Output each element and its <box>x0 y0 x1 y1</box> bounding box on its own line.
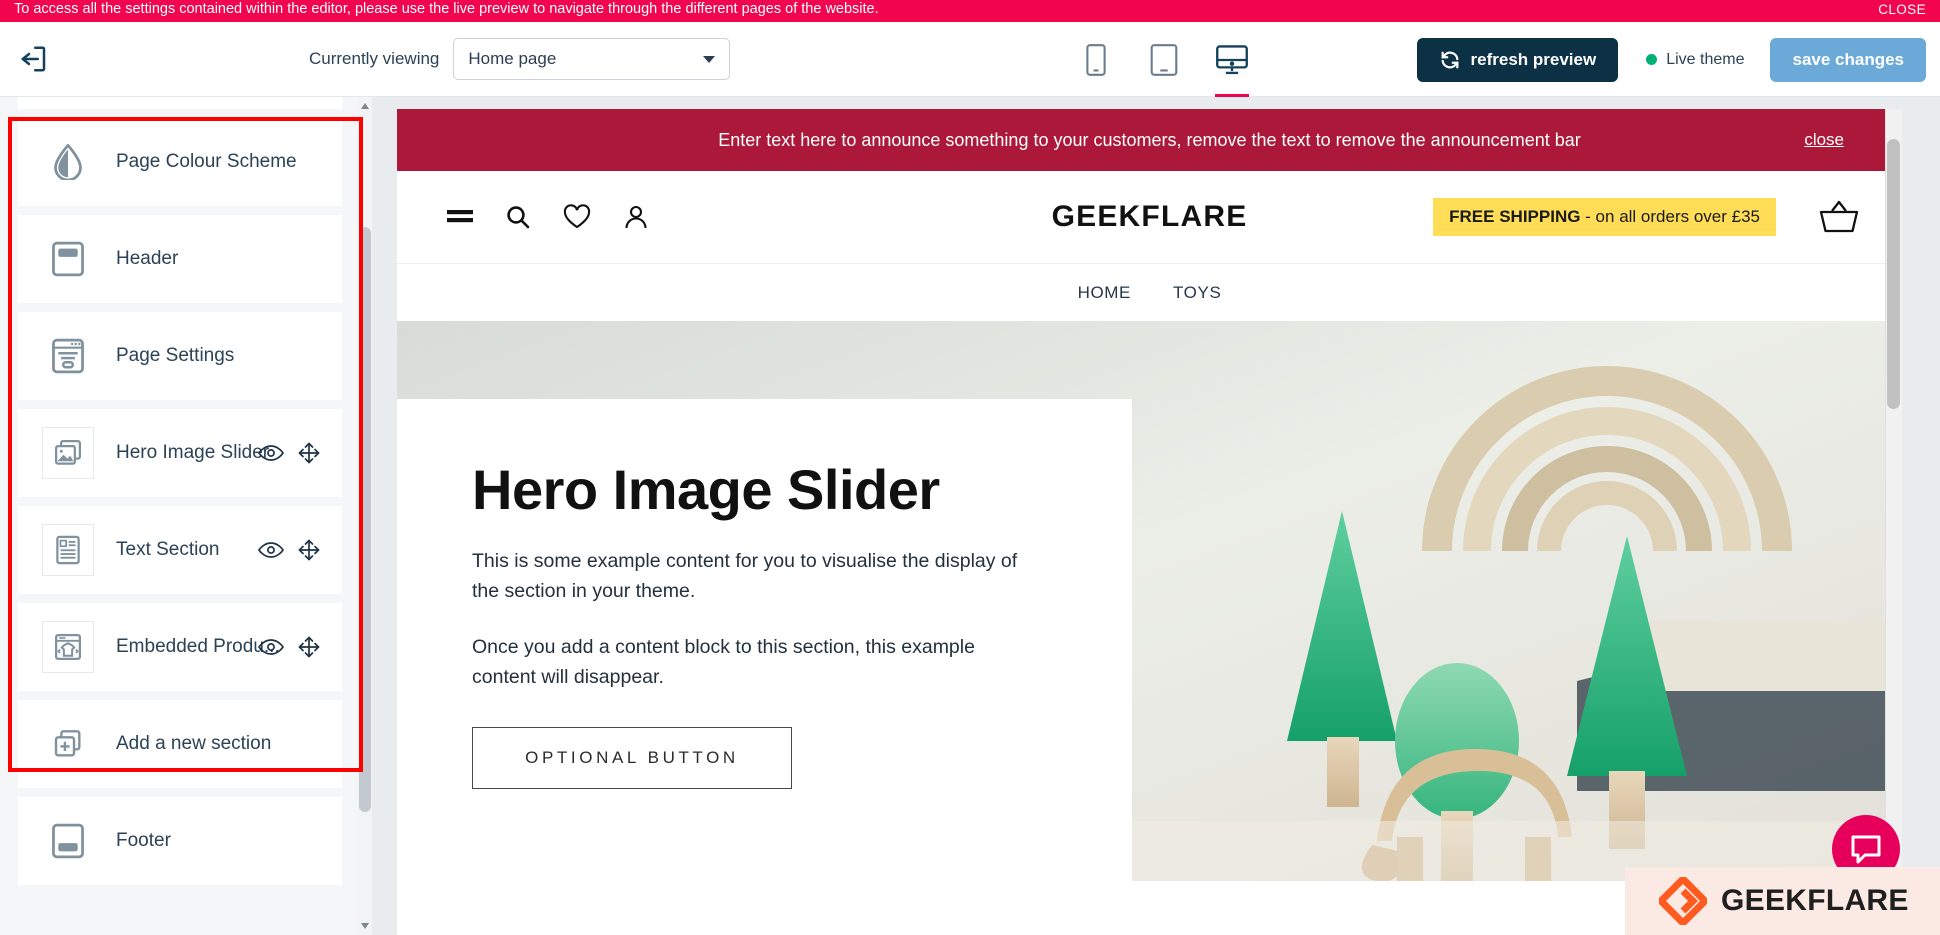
eye-icon[interactable] <box>258 541 284 559</box>
save-changes-button[interactable]: save changes <box>1770 37 1926 82</box>
move-arrows-icon[interactable] <box>298 442 320 464</box>
eye-icon[interactable] <box>258 444 284 462</box>
sidebar-item-label: Add a new section <box>116 733 272 754</box>
hero-optional-button[interactable]: OPTIONAL BUTTON <box>472 726 792 789</box>
editor-toolbar: Currently viewing Home page refresh prev… <box>0 22 1940 97</box>
geekflare-watermark-text: GEEKFLARE <box>1721 884 1909 917</box>
live-theme-status: Live theme <box>1646 51 1744 69</box>
sidebar-item-header[interactable]: Header <box>18 215 342 303</box>
device-preview-switcher <box>1075 22 1253 97</box>
image-slider-icon <box>42 427 94 479</box>
desktop-icon <box>1216 44 1248 74</box>
move-arrows-icon[interactable] <box>298 539 320 561</box>
sidebar-item-hero-image-slider[interactable]: Hero Image Slider <box>18 409 342 497</box>
sidebar-item-label: Page Colour Scheme <box>116 151 297 172</box>
sidebar-item-actions <box>258 442 320 464</box>
sidebar-item-footer[interactable]: Footer <box>18 797 342 885</box>
free-shipping-rest: - on all orders over £35 <box>1580 207 1760 226</box>
preview-scrollbar-thumb[interactable] <box>1887 139 1900 409</box>
sidebar-item-label: Page Settings <box>116 345 235 366</box>
chat-bubble-icon <box>1851 835 1881 864</box>
preview-scrollbar[interactable] <box>1885 109 1902 935</box>
status-dot-icon <box>1646 54 1658 65</box>
editor-notice-bar: To access all the settings contained wit… <box>0 0 1940 22</box>
exit-editor-button[interactable] <box>14 39 54 79</box>
announcement-text: Enter text here to announce something to… <box>718 129 1581 150</box>
sidebar-item-label: Header <box>116 248 179 269</box>
page-select-value: Home page <box>468 49 557 68</box>
refresh-icon <box>1441 51 1458 68</box>
embedded-product-icon <box>42 621 94 673</box>
page-settings-icon <box>42 330 94 382</box>
search-icon[interactable] <box>505 204 531 230</box>
store-nav: HOME TOYS <box>397 263 1902 321</box>
free-shipping-badge: FREE SHIPPING - on all orders over £35 <box>1433 198 1776 236</box>
sidebar-scrollbar[interactable] <box>358 97 372 935</box>
eye-icon[interactable] <box>258 638 284 656</box>
live-preview-pane: Enter text here to announce something to… <box>372 97 1940 935</box>
sidebar-item-add-new-section[interactable]: Add a new section <box>18 700 342 788</box>
wishlist-heart-icon[interactable] <box>563 204 591 230</box>
announcement-bar[interactable]: Enter text here to announce something to… <box>397 109 1902 171</box>
currently-viewing-label: Currently viewing <box>309 49 440 68</box>
hero-paragraph-2: Once you add a content block to this sec… <box>472 636 975 689</box>
nav-link-toys[interactable]: TOYS <box>1173 283 1221 303</box>
footer-block-icon <box>42 815 94 867</box>
menu-icon[interactable] <box>447 207 473 227</box>
refresh-preview-label: refresh preview <box>1470 49 1597 69</box>
hero-image-slider-section: Hero Image Slider This is some example c… <box>397 321 1902 881</box>
exit-arrow-icon <box>21 46 46 72</box>
preview-canvas: Enter text here to announce something to… <box>397 109 1902 935</box>
hero-title: Hero Image Slider <box>472 458 940 521</box>
sidebar-partial-row-top <box>18 97 342 109</box>
sidebar-item-label: Text Section <box>116 539 220 560</box>
sidebar-item-embedded-product[interactable]: Embedded Produ... <box>18 603 342 691</box>
sidebar-item-label: Embedded Produ... <box>116 636 280 657</box>
droplet-icon <box>42 136 94 188</box>
free-shipping-strong: FREE SHIPPING <box>1449 207 1581 226</box>
refresh-preview-button[interactable]: refresh preview <box>1416 37 1619 82</box>
device-desktop-button[interactable] <box>1211 31 1253 97</box>
mobile-icon <box>1086 43 1106 76</box>
store-header-icons <box>447 204 649 230</box>
header-block-icon <box>42 233 94 285</box>
live-theme-label: Live theme <box>1666 50 1745 68</box>
store-header: GEEKFLARE FREE SHIPPING - on all orders … <box>397 171 1902 263</box>
geekflare-watermark: GEEKFLARE <box>1625 867 1940 935</box>
hero-paragraph-1: This is some example content for you to … <box>472 549 1018 603</box>
sidebar-item-label: Footer <box>116 830 171 851</box>
tablet-icon <box>1150 43 1178 76</box>
move-arrows-icon[interactable] <box>298 636 320 658</box>
device-tablet-button[interactable] <box>1143 31 1185 89</box>
editor-notice-text: To access all the settings contained wit… <box>14 1 879 18</box>
save-changes-label: save changes <box>1792 49 1904 69</box>
page-select-dropdown[interactable]: Home page <box>453 38 731 80</box>
sidebar-item-actions <box>258 539 320 561</box>
nav-link-home[interactable]: HOME <box>1078 283 1131 303</box>
sections-sidebar: Page Colour Scheme Header Page Settings … <box>0 97 372 935</box>
notice-close-button[interactable]: CLOSE <box>1878 3 1926 17</box>
sidebar-item-text-section[interactable]: Text Section <box>18 506 342 594</box>
hero-content-card: Hero Image Slider This is some example c… <box>397 399 1132 881</box>
announcement-close-link[interactable]: close <box>1804 130 1844 150</box>
sections-list: Page Colour Scheme Header Page Settings … <box>0 97 360 894</box>
geekflare-logo-icon <box>1659 877 1707 925</box>
chevron-down-icon <box>703 55 716 63</box>
add-section-icon <box>42 718 94 770</box>
account-user-icon[interactable] <box>623 204 649 230</box>
text-section-icon <box>42 524 94 576</box>
sidebar-item-page-colour-scheme[interactable]: Page Colour Scheme <box>18 118 342 206</box>
device-mobile-button[interactable] <box>1075 31 1117 89</box>
toolbar-right-group: refresh preview Live theme save changes <box>1416 22 1926 97</box>
basket-icon[interactable] <box>1818 199 1860 235</box>
store-brand-logo: GEEKFLARE <box>1051 200 1248 233</box>
scroll-down-arrow-icon[interactable] <box>359 919 371 933</box>
editor-main: Page Colour Scheme Header Page Settings … <box>0 97 1940 935</box>
scroll-up-arrow-icon[interactable] <box>359 99 371 113</box>
sidebar-scrollbar-thumb[interactable] <box>359 227 371 812</box>
sidebar-item-label: Hero Image Slider <box>116 442 270 463</box>
sidebar-item-page-settings[interactable]: Page Settings <box>18 312 342 400</box>
sidebar-item-actions <box>258 636 320 658</box>
